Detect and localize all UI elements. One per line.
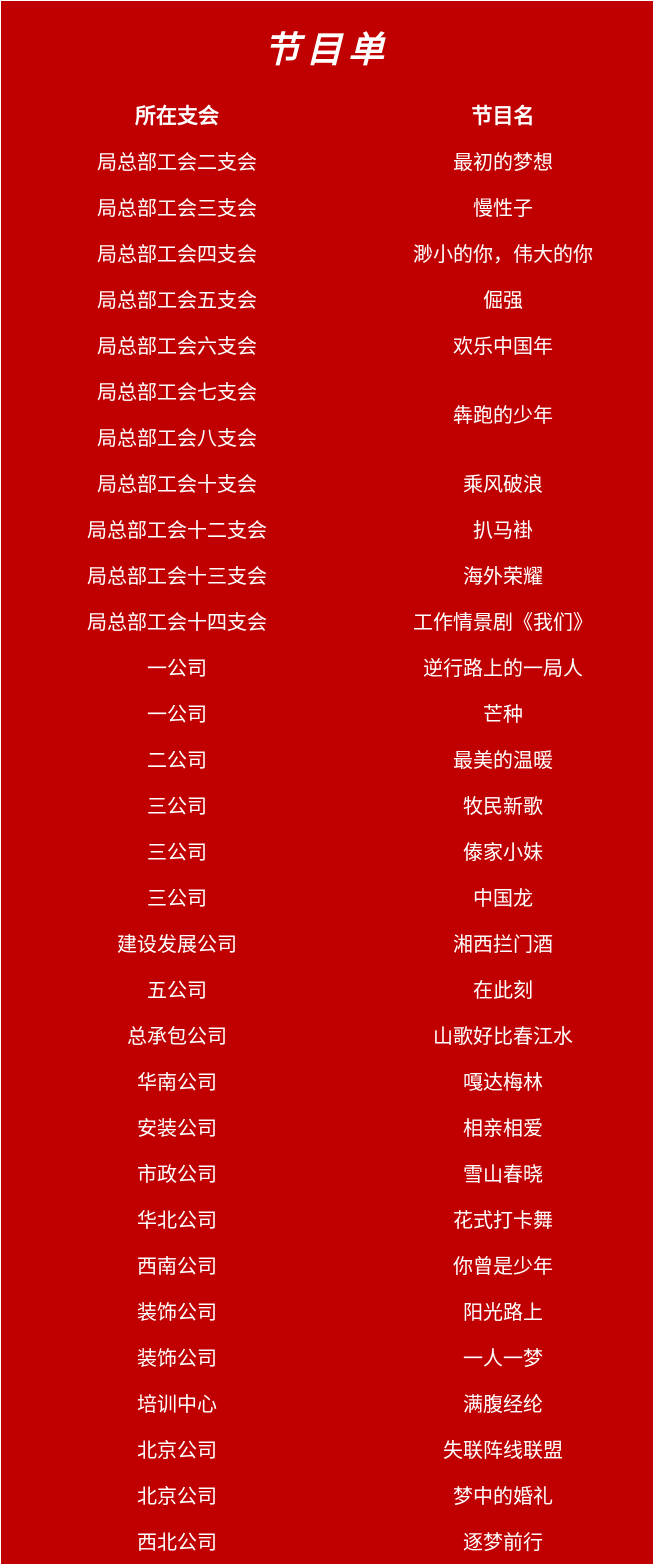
- table-row: 装饰公司 一人一梦: [1, 1335, 653, 1381]
- branch-cell: 西北公司: [137, 1530, 217, 1554]
- branch-cell: 一公司: [147, 702, 207, 726]
- program-cell: 傣家小妹: [463, 840, 543, 864]
- table-row: 局总部工会十支会 乘风破浪: [1, 461, 653, 507]
- program-list-page: 节目单 所在支会 节目名 局总部工会二支会 最初的梦想 局总部工会三支会 慢性子 局总部…: [1, 1, 653, 1564]
- table-row: 华北公司 花式打卡舞: [1, 1197, 653, 1243]
- table-row: 三公司 傣家小妹: [1, 829, 653, 875]
- program-cell: 你曾是少年: [453, 1254, 553, 1278]
- branch-cell: 北京公司: [137, 1438, 217, 1462]
- table-row: 局总部工会四支会 渺小的你，伟大的你: [1, 231, 653, 277]
- table-row: 局总部工会十二支会 扒马褂: [1, 507, 653, 553]
- program-cell: 逆行路上的一局人: [423, 656, 583, 680]
- program-cell: 芒种: [483, 702, 523, 726]
- program-cell: 中国龙: [473, 886, 533, 910]
- table-row: 西北公司 逐梦前行: [1, 1519, 653, 1565]
- table-row: 安装公司 相亲相爱: [1, 1105, 653, 1151]
- table-row: 五公司 在此刻: [1, 967, 653, 1013]
- program-cell: 失联阵线联盟: [443, 1438, 563, 1462]
- table-row: 培训中心 满腹经纶: [1, 1381, 653, 1427]
- page-title: 节目单: [263, 30, 390, 71]
- table-row: 二公司 最美的温暖: [1, 737, 653, 783]
- program-cell: 工作情景剧《我们》: [413, 610, 593, 634]
- program-cell: 山歌好比春江水: [433, 1024, 573, 1048]
- table-row: 局总部工会三支会 慢性子: [1, 185, 653, 231]
- program-cell: 逐梦前行: [463, 1530, 543, 1554]
- program-cell: 雪山春晓: [463, 1162, 543, 1186]
- table-row: 总承包公司 山歌好比春江水: [1, 1013, 653, 1059]
- program-cell-merged: 犇跑的少年: [453, 403, 553, 427]
- program-cell: 最美的温暖: [453, 748, 553, 772]
- branch-cell: 局总部工会三支会: [97, 196, 257, 220]
- table-row: 局总部工会十四支会 工作情景剧《我们》: [1, 599, 653, 645]
- branch-cell: 二公司: [147, 748, 207, 772]
- branch-cell: 局总部工会七支会: [97, 380, 257, 404]
- table-row: 三公司 中国龙: [1, 875, 653, 921]
- branch-cell: 西南公司: [137, 1254, 217, 1278]
- program-cell: 扒马褂: [473, 518, 533, 542]
- program-cell: 在此刻: [473, 978, 533, 1002]
- branch-cell: 市政公司: [137, 1162, 217, 1186]
- program-cell: 梦中的婚礼: [453, 1484, 553, 1508]
- branch-cell: 局总部工会十二支会: [87, 518, 267, 542]
- program-cell: 牧民新歌: [463, 794, 543, 818]
- program-cell: 湘西拦门酒: [453, 932, 553, 956]
- table-header: 所在支会 节目名: [1, 93, 653, 139]
- branch-cell: 装饰公司: [137, 1346, 217, 1370]
- header-branch: 所在支会: [135, 104, 219, 128]
- branch-cell: 安装公司: [137, 1116, 217, 1140]
- table-row: 一公司 芒种: [1, 691, 653, 737]
- table-row: 西南公司 你曾是少年: [1, 1243, 653, 1289]
- table-row: 装饰公司 阳光路上: [1, 1289, 653, 1335]
- program-cell: 嘎达梅林: [463, 1070, 543, 1094]
- branch-cell: 北京公司: [137, 1484, 217, 1508]
- program-cell: 欢乐中国年: [453, 334, 553, 358]
- program-cell: 相亲相爱: [463, 1116, 543, 1140]
- table-row: 北京公司 失联阵线联盟: [1, 1427, 653, 1473]
- branch-cell: 局总部工会十支会: [97, 472, 257, 496]
- table-row: 局总部工会六支会 欢乐中国年: [1, 323, 653, 369]
- program-cell: 慢性子: [473, 196, 533, 220]
- program-cell: 乘风破浪: [463, 472, 543, 496]
- branch-cell: 三公司: [147, 886, 207, 910]
- program-cell: 倔强: [483, 288, 523, 312]
- branch-cell: 三公司: [147, 794, 207, 818]
- table-row: 一公司 逆行路上的一局人: [1, 645, 653, 691]
- branch-cell: 总承包公司: [127, 1024, 227, 1048]
- branch-cell: 局总部工会八支会: [97, 426, 257, 450]
- branch-cell: 局总部工会四支会: [97, 242, 257, 266]
- table-row: 三公司 牧民新歌: [1, 783, 653, 829]
- branch-cell: 一公司: [147, 656, 207, 680]
- branch-cell: 培训中心: [137, 1392, 217, 1416]
- branch-cell: 局总部工会十四支会: [87, 610, 267, 634]
- branch-cell: 华南公司: [137, 1070, 217, 1094]
- branch-cell: 华北公司: [137, 1208, 217, 1232]
- table-row: 北京公司 梦中的婚礼: [1, 1473, 653, 1519]
- program-cell: 阳光路上: [463, 1300, 543, 1324]
- branch-cell: 局总部工会十三支会: [87, 564, 267, 588]
- table-row: 市政公司 雪山春晓: [1, 1151, 653, 1197]
- branch-cell: 装饰公司: [137, 1300, 217, 1324]
- table-row: 华南公司 嘎达梅林: [1, 1059, 653, 1105]
- table-row: 局总部工会二支会 最初的梦想: [1, 139, 653, 185]
- branch-cell: 三公司: [147, 840, 207, 864]
- branch-cell: 局总部工会二支会: [97, 150, 257, 174]
- program-cell: 一人一梦: [463, 1346, 543, 1370]
- table-row: 局总部工会五支会 倔强: [1, 277, 653, 323]
- branch-cell: 局总部工会五支会: [97, 288, 257, 312]
- branch-cell: 建设发展公司: [117, 932, 237, 956]
- program-cell: 最初的梦想: [453, 150, 553, 174]
- program-cell: 渺小的你，伟大的你: [413, 242, 593, 266]
- program-cell: 满腹经纶: [463, 1392, 543, 1416]
- branch-cell: 五公司: [147, 978, 207, 1002]
- branch-cell: 局总部工会六支会: [97, 334, 257, 358]
- program-cell: 海外荣耀: [463, 564, 543, 588]
- table-row: 建设发展公司 湘西拦门酒: [1, 921, 653, 967]
- table-row: 局总部工会十三支会 海外荣耀: [1, 553, 653, 599]
- header-program: 节目名: [471, 104, 535, 128]
- program-cell: 花式打卡舞: [453, 1208, 553, 1232]
